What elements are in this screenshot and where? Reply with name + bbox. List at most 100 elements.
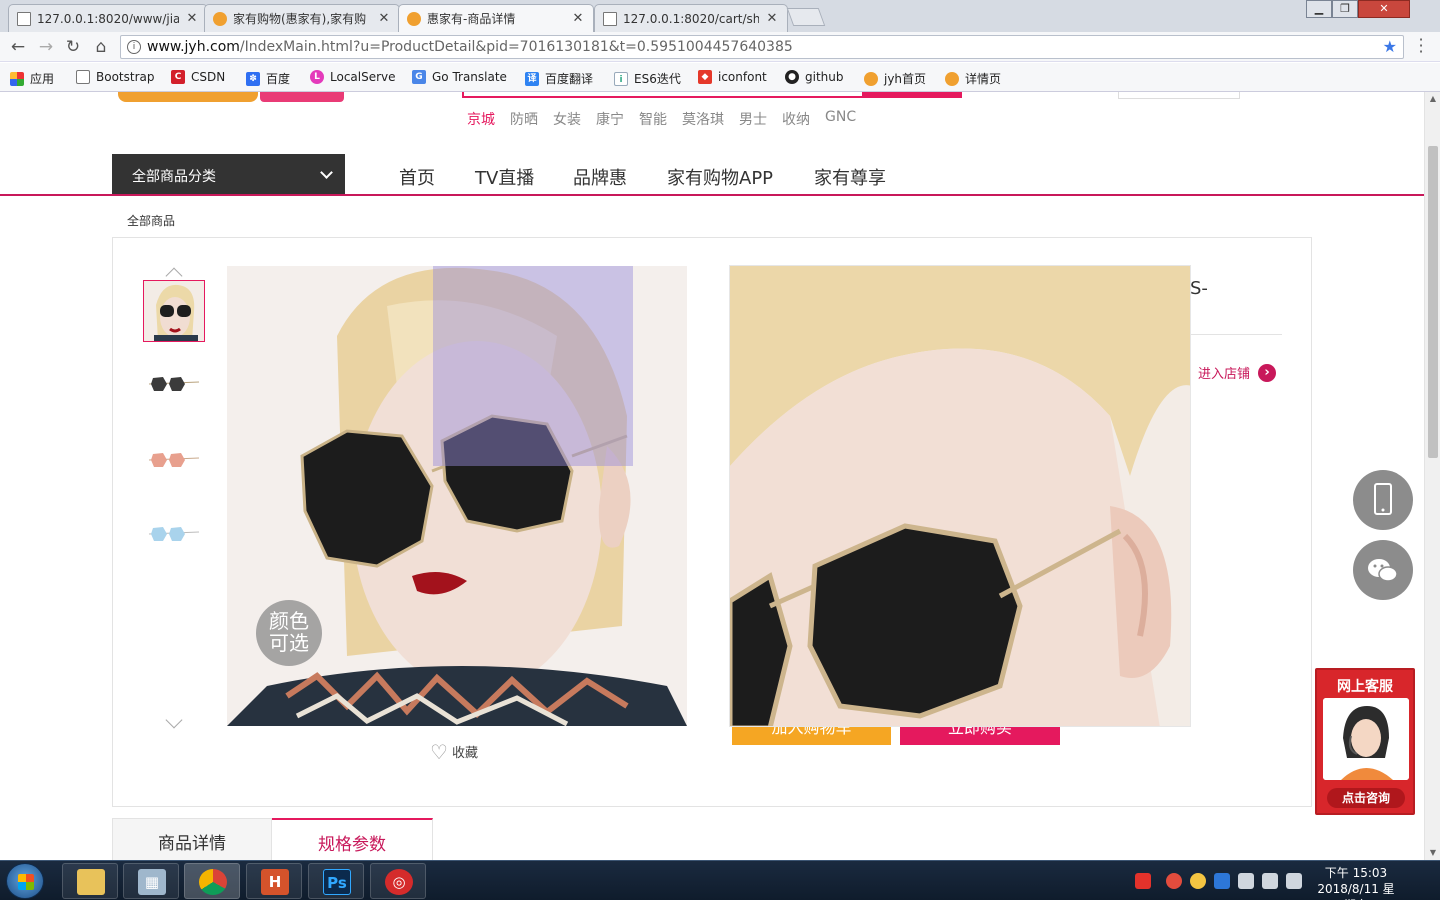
bookmark-apps[interactable]: 应用	[10, 70, 54, 87]
hot-word[interactable]: 智能	[639, 109, 667, 129]
product-thumbnail[interactable]	[143, 430, 205, 492]
site-logo[interactable]	[118, 92, 348, 102]
restore-button[interactable]: ❐	[1332, 0, 1358, 18]
hot-word[interactable]: 莫洛琪	[682, 109, 724, 129]
browser-tab[interactable]: 127.0.0.1:8020/www/jia ✕	[8, 4, 208, 32]
taskbar-hbuilder[interactable]: H	[246, 863, 302, 899]
hot-word[interactable]: 康宁	[596, 109, 624, 129]
scrollbar-thumb[interactable]	[1428, 146, 1438, 458]
scroll-down-icon[interactable]: ▼	[1425, 846, 1440, 860]
nav-item-app[interactable]: 家有购物APP	[667, 164, 773, 190]
buy-now-button[interactable]: 立即购买	[900, 725, 1060, 745]
home-icon[interactable]: ⌂	[91, 37, 111, 57]
add-to-cart-button[interactable]: 加入购物车	[732, 725, 891, 745]
product-thumbnail[interactable]	[143, 280, 205, 342]
nav-item-brand[interactable]: 品牌惠	[573, 164, 627, 190]
close-icon[interactable]: ✕	[765, 11, 779, 26]
hot-word[interactable]: 京城	[467, 109, 495, 129]
search-button[interactable]	[864, 92, 962, 98]
brand-icon	[213, 11, 227, 26]
doc-icon	[603, 11, 617, 26]
taskbar-chrome[interactable]	[184, 863, 240, 899]
forward-icon[interactable]: →	[36, 37, 56, 57]
page-scrollbar[interactable]: ▲ ▼	[1424, 92, 1440, 860]
browser-tab-strip: 127.0.0.1:8020/www/jia ✕ 家有购物(惠家有),家有购 ✕…	[0, 0, 1440, 32]
tab-title: 127.0.0.1:8020/www/jia	[37, 11, 179, 26]
mobile-app-button[interactable]	[1353, 470, 1413, 530]
shield-icon[interactable]	[1214, 873, 1230, 889]
new-tab-button[interactable]	[786, 8, 826, 26]
address-bar[interactable]: i www.jyh.com/IndexMain.html?u=ProductDe…	[120, 35, 1404, 59]
bookmark-item[interactable]: 译百度翻译	[525, 70, 593, 87]
favorite-button[interactable]: ♡ 收藏	[430, 742, 478, 762]
hot-word[interactable]: 防晒	[510, 109, 538, 129]
bookmark-item[interactable]: Bootstrap	[76, 70, 154, 84]
enter-shop-link[interactable]: 进入店铺 ›	[1198, 363, 1277, 382]
taskbar-music[interactable]: ◎	[370, 863, 426, 899]
hbuilder-icon: H	[261, 869, 289, 895]
sogou-icon[interactable]	[1135, 873, 1151, 889]
header-cart-button[interactable]	[1118, 92, 1240, 99]
reload-icon[interactable]: ↻	[63, 37, 83, 57]
taskbar-explorer[interactable]	[62, 863, 118, 899]
url-text: www.jyh.com/IndexMain.html?u=ProductDeta…	[147, 39, 793, 55]
localserve-icon: L	[310, 70, 324, 84]
product-thumbnail[interactable]	[143, 504, 205, 566]
clock-date: 2018/8/11 星期六	[1317, 882, 1395, 912]
browser-tab-active[interactable]: 惠家有-商品详情 ✕	[398, 4, 594, 32]
bookmark-item[interactable]: L LocalServe	[310, 70, 396, 84]
bookmark-item[interactable]: ✽ 百度	[246, 70, 290, 87]
network-icon[interactable]	[1262, 873, 1278, 889]
product-thumbnail[interactable]	[143, 354, 205, 416]
nav-item-home[interactable]: 首页	[399, 164, 435, 190]
tab-specifications[interactable]: 规格参数	[272, 818, 433, 860]
usb-icon[interactable]	[1238, 873, 1254, 889]
bookmark-item[interactable]: ● github	[785, 70, 843, 84]
magnifier-lens[interactable]	[433, 266, 633, 466]
close-window-button[interactable]: ✕	[1358, 0, 1410, 18]
bookmark-item[interactable]: ◆ iconfont	[698, 70, 767, 84]
weather-icon[interactable]	[1190, 873, 1206, 889]
weibo-icon[interactable]	[1166, 873, 1182, 889]
category-menu-button[interactable]: 全部商品分类	[112, 154, 345, 194]
taskbar-calculator[interactable]: ▦	[123, 863, 179, 899]
chevron-right-icon: ›	[1258, 363, 1277, 382]
info-icon[interactable]: i	[127, 40, 141, 54]
browser-menu-icon[interactable]: · · ·	[1416, 32, 1426, 60]
minimize-button[interactable]: ▁	[1306, 0, 1332, 18]
iconfont-icon: ◆	[698, 70, 712, 84]
close-icon[interactable]: ✕	[185, 11, 199, 26]
bookmark-item[interactable]: 详情页	[945, 70, 1001, 87]
close-icon[interactable]: ✕	[571, 11, 585, 26]
browser-tab[interactable]: 家有购物(惠家有),家有购 ✕	[204, 4, 400, 32]
nav-item-tv-live[interactable]: TV直播	[475, 164, 534, 190]
brand-icon	[945, 71, 959, 86]
volume-icon[interactable]	[1286, 873, 1302, 889]
bookmark-item[interactable]: G Go Translate	[412, 70, 507, 84]
online-service-widget[interactable]: 网上客服 点击咨询	[1315, 668, 1415, 815]
url-path: /IndexMain.html?u=ProductDetail&pid=7016…	[239, 39, 793, 55]
calculator-icon: ▦	[138, 869, 166, 895]
taskbar-photoshop[interactable]: Ps	[308, 863, 364, 899]
bookmark-star-icon[interactable]: ★	[1383, 37, 1397, 56]
start-button[interactable]	[6, 863, 44, 899]
hot-word[interactable]: GNC	[825, 109, 856, 125]
breadcrumb[interactable]: 全部商品	[127, 212, 175, 229]
scroll-up-icon[interactable]: ▲	[1425, 92, 1440, 106]
doc-icon	[17, 11, 31, 26]
wechat-button[interactable]	[1353, 540, 1413, 600]
bookmark-item[interactable]: jyh首页	[864, 70, 926, 87]
close-icon[interactable]: ✕	[377, 11, 391, 26]
search-input[interactable]	[462, 92, 864, 98]
hot-word[interactable]: 收纳	[782, 109, 810, 129]
browser-tab[interactable]: 127.0.0.1:8020/cart/sho ✕	[594, 4, 788, 32]
hot-word[interactable]: 女装	[553, 109, 581, 129]
tab-product-detail[interactable]: 商品详情	[112, 818, 272, 860]
consult-button[interactable]: 点击咨询	[1327, 788, 1405, 808]
system-clock[interactable]: 下午 15:03 2018/8/11 星期六	[1316, 865, 1396, 913]
back-icon[interactable]: ←	[8, 37, 28, 57]
bookmark-item[interactable]: i ES6迭代	[614, 70, 681, 87]
nav-item-vip[interactable]: 家有尊享	[814, 164, 886, 190]
hot-word[interactable]: 男士	[739, 109, 767, 129]
bookmark-item[interactable]: C CSDN	[171, 70, 225, 84]
